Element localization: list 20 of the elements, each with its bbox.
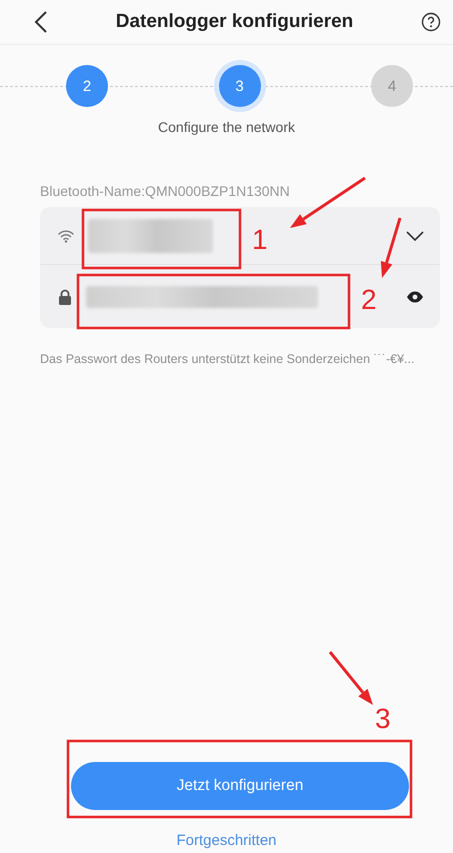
- password-hint: Das Passwort des Routers unterstützt keine Sonderzeichen ˙˙˙-€¥...: [40, 351, 416, 368]
- back-icon[interactable]: [34, 10, 48, 34]
- help-icon[interactable]: [421, 12, 441, 32]
- step-indicator: 2: [66, 65, 108, 107]
- wifi-icon: [58, 228, 74, 242]
- step-caption: Configure the network: [157, 119, 296, 135]
- advanced-link[interactable]: Fortgeschritten: [176, 832, 277, 849]
- bluetooth-name: Bluetooth-Name:QMN000BZP1N130NN: [40, 183, 291, 199]
- annotation-number: 3: [375, 705, 391, 733]
- page-title: Datenlogger konfigurieren: [116, 11, 354, 33]
- annotation-arrow: [328, 651, 373, 705]
- annotation-arrow: [380, 218, 402, 278]
- step-indicator: 3: [218, 65, 260, 107]
- annotation-number: 1: [252, 226, 268, 254]
- step-indicator: 4: [371, 65, 413, 107]
- configure-button[interactable]: Jetzt konfigurieren: [71, 762, 409, 810]
- dropdown-chevron-icon[interactable]: [406, 230, 424, 240]
- eye-icon[interactable]: [406, 290, 424, 302]
- lock-icon: [58, 288, 72, 304]
- annotation-number: 2: [361, 286, 377, 314]
